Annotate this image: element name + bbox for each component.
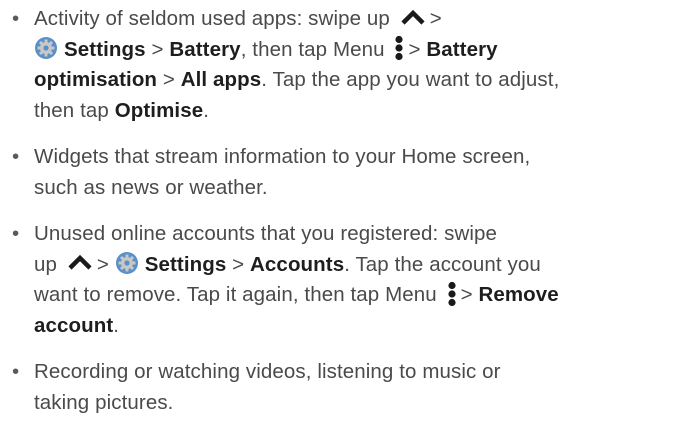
list-item: • Widgets that stream information to you…	[0, 142, 673, 203]
text-line: up > Settings > Accounts. Tap the accoun…	[34, 252, 541, 276]
list-item: • Recording or watching videos, listenin…	[0, 357, 673, 418]
text-line: then tap Optimise.	[34, 98, 210, 122]
list-item: • Unused online accounts that you regist…	[0, 219, 673, 341]
list-item: • Activity of seldom used apps: swipe up…	[0, 4, 673, 126]
list-spacer	[0, 126, 673, 142]
chevron-up-icon	[68, 254, 92, 270]
text-line: taking pictures.	[34, 390, 174, 414]
text-line: Recording or watching videos, listening …	[34, 360, 501, 383]
bullet: •	[12, 222, 20, 245]
chevron-up-icon	[401, 9, 425, 25]
tips-list: • Activity of seldom used apps: swipe up…	[0, 0, 673, 418]
document-page: • Activity of seldom used apps: swipe up…	[0, 0, 673, 422]
settings-gear-icon	[35, 37, 57, 60]
text-line: Activity of seldom used apps: swipe up >	[34, 7, 442, 30]
text-line: optimisation > All apps. Tap the app you…	[34, 68, 560, 91]
text-line: such as news or weather.	[34, 175, 268, 199]
text-line: Unused online accounts that you register…	[34, 222, 498, 245]
list-spacer	[0, 203, 673, 219]
text-line: account.	[34, 313, 120, 337]
bullet: •	[12, 145, 20, 168]
text-line: want to remove. Tap it again, then tap M…	[34, 280, 673, 311]
list-spacer	[0, 341, 673, 357]
bullet: •	[12, 360, 20, 383]
bullet: •	[12, 7, 20, 30]
text-line: Settings > Battery, then tap Menu > Batt…	[34, 35, 673, 66]
menu-more-vertical-icon	[395, 35, 404, 61]
settings-gear-icon	[115, 252, 138, 275]
menu-more-vertical-icon	[447, 281, 456, 306]
text-line: Widgets that stream information to your …	[34, 145, 531, 168]
